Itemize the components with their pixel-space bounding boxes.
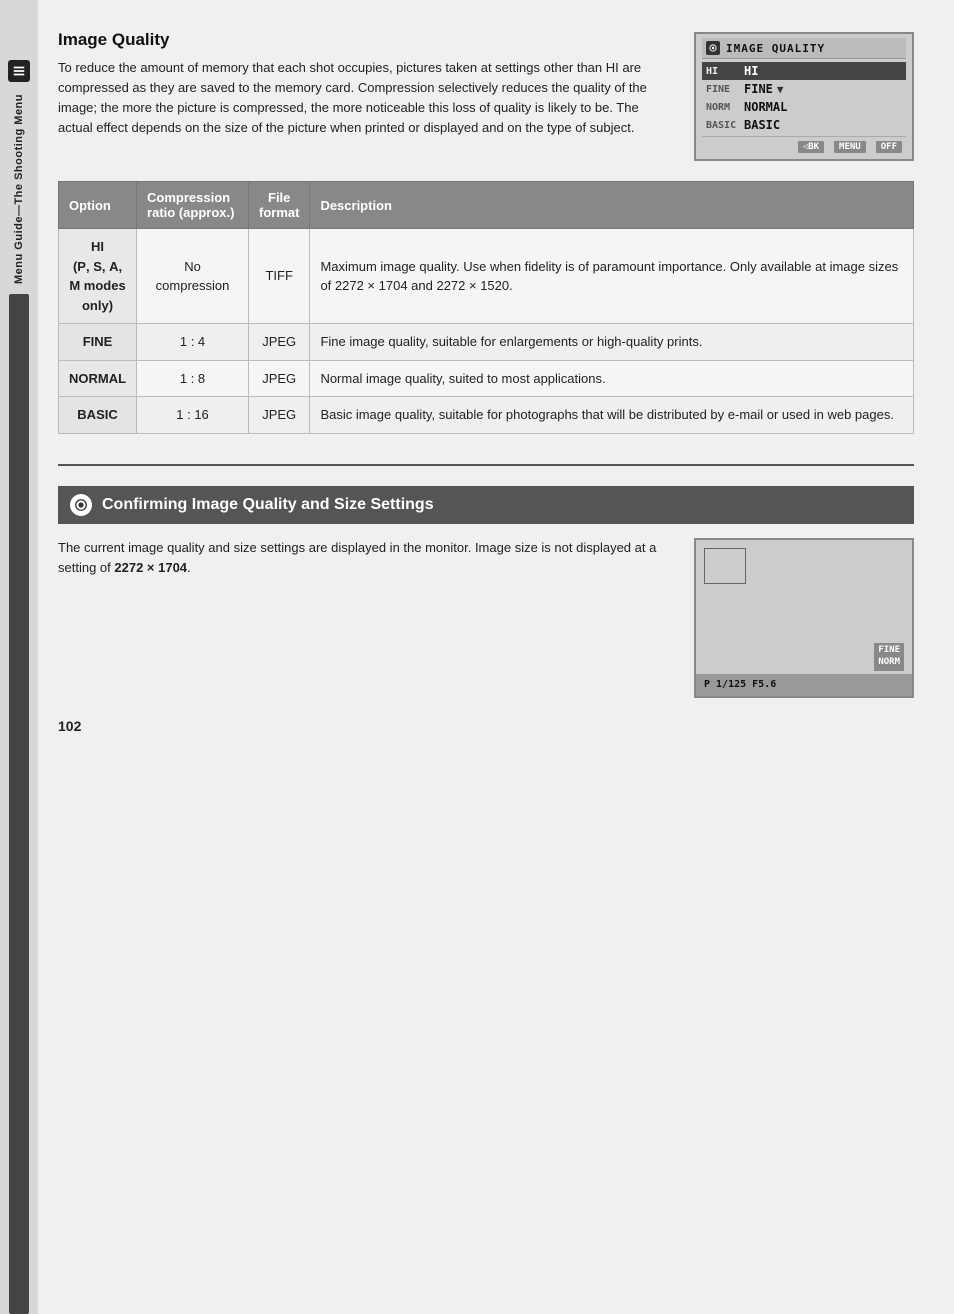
viewfinder-frame <box>704 548 746 584</box>
cam-menu-item-fine: FINE FINE ▼ <box>702 80 906 98</box>
cam-screen-header: IMAGE QUALITY <box>702 38 906 59</box>
image-quality-title: Image Quality <box>58 30 674 50</box>
confirming-text: The current image quality and size setti… <box>58 538 674 698</box>
confirming-screen: FINE NORM P 1/125 F5.6 <box>694 538 914 698</box>
description-fine: Fine image quality, suitable for enlarge… <box>310 324 914 361</box>
compression-hi: No compression <box>137 229 249 324</box>
viewfinder: FINE NORM P 1/125 F5.6 <box>694 538 914 698</box>
table-header-option: Option <box>59 182 137 229</box>
cam-off-btn: OFF <box>876 141 902 153</box>
main-content: Image Quality To reduce the amount of me… <box>38 0 954 1314</box>
description-normal: Normal image quality, suited to most app… <box>310 360 914 397</box>
confirming-section: Confirming Image Quality and Size Settin… <box>58 486 914 698</box>
cam-menu-item-basic: BASIC BASIC <box>702 116 906 134</box>
viewfinder-values: P 1/125 F5.6 <box>704 679 776 690</box>
confirming-header: Confirming Image Quality and Size Settin… <box>58 486 914 524</box>
quality-badge: FINE NORM <box>874 643 904 670</box>
option-normal: NORMAL <box>59 360 137 397</box>
format-basic: JPEG <box>248 397 309 434</box>
sidebar: Menu Guide—The Shooting Menu <box>0 0 38 1314</box>
compression-normal: 1 : 8 <box>137 360 249 397</box>
option-fine: FINE <box>59 324 137 361</box>
compression-fine: 1 : 4 <box>137 324 249 361</box>
table-header-format: Fileformat <box>248 182 309 229</box>
cam-footer: ◁BK MENU OFF <box>702 136 906 155</box>
table-row: FINE 1 : 4 JPEG Fine image quality, suit… <box>59 324 914 361</box>
format-fine: JPEG <box>248 324 309 361</box>
format-normal: JPEG <box>248 360 309 397</box>
description-hi: Maximum image quality. Use when fidelity… <box>310 229 914 324</box>
confirming-body-wrap: The current image quality and size setti… <box>58 538 914 698</box>
confirm-icon <box>70 494 92 516</box>
cam-screen-title: IMAGE QUALITY <box>726 42 825 55</box>
quality-badge-line1: FINE <box>878 645 900 657</box>
camera-screen-iq: IMAGE QUALITY HI HI FINE FINE ▼ NORM NOR… <box>694 32 914 161</box>
option-basic: BASIC <box>59 397 137 434</box>
compression-basic: 1 : 16 <box>137 397 249 434</box>
section-divider <box>58 464 914 466</box>
table-row: HI(P, S, A,M modesonly) No compression T… <box>59 229 914 324</box>
cam-menu-item-hi: HI HI <box>702 62 906 80</box>
table-header-compression: Compressionratio (approx.) <box>137 182 249 229</box>
option-hi: HI(P, S, A,M modesonly) <box>59 229 137 324</box>
image-quality-body: To reduce the amount of memory that each… <box>58 58 674 139</box>
table-header-description: Description <box>310 182 914 229</box>
cam-back-btn: ◁BK <box>798 141 824 153</box>
image-quality-section: Image Quality To reduce the amount of me… <box>58 30 914 161</box>
image-quality-table: Option Compressionratio (approx.) Filefo… <box>58 181 914 434</box>
image-quality-text: Image Quality To reduce the amount of me… <box>58 30 674 161</box>
table-row: NORMAL 1 : 8 JPEG Normal image quality, … <box>59 360 914 397</box>
sidebar-menu-icon <box>8 60 30 82</box>
page-number: 102 <box>58 718 914 734</box>
format-hi: TIFF <box>248 229 309 324</box>
image-quality-screen: IMAGE QUALITY HI HI FINE FINE ▼ NORM NOR… <box>694 32 914 161</box>
cam-menu-icon <box>706 41 720 55</box>
quality-badge-line2: NORM <box>878 657 900 669</box>
download-arrow-icon: ▼ <box>777 83 784 96</box>
table-row: BASIC 1 : 16 JPEG Basic image quality, s… <box>59 397 914 434</box>
cam-menu-item-norm: NORM NORMAL <box>702 98 906 116</box>
confirming-title: Confirming Image Quality and Size Settin… <box>102 496 434 514</box>
cam-menu-btn: MENU <box>834 141 866 153</box>
viewfinder-bottom-bar: P 1/125 F5.6 <box>696 674 912 696</box>
description-basic: Basic image quality, suitable for photog… <box>310 397 914 434</box>
sidebar-bar <box>9 294 29 1314</box>
sidebar-label: Menu Guide—The Shooting Menu <box>13 94 25 284</box>
